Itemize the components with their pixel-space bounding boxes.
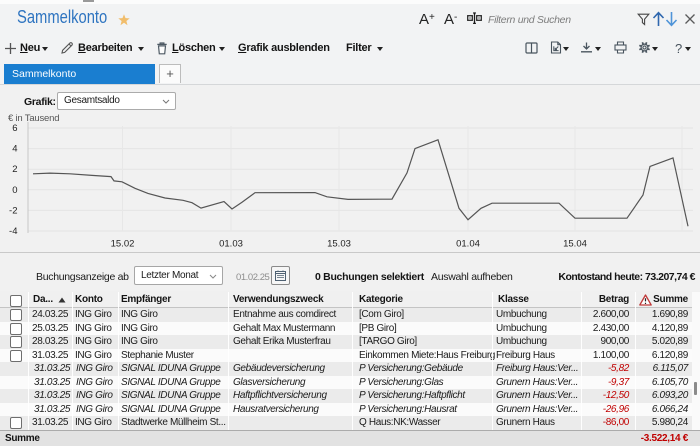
svg-text:0: 0 [12,185,17,196]
svg-text:-2: -2 [9,205,17,216]
svg-text:15.04: 15.04 [563,239,587,250]
svg-text:4: 4 [12,144,17,155]
svg-text:15.03: 15.03 [327,239,351,250]
svg-text:2: 2 [12,164,17,175]
svg-text:6: 6 [12,123,17,134]
svg-text:01.03: 01.03 [219,239,243,250]
svg-text:15.02: 15.02 [111,239,135,250]
svg-text:-4: -4 [9,226,17,237]
svg-text:01.04: 01.04 [456,239,480,250]
